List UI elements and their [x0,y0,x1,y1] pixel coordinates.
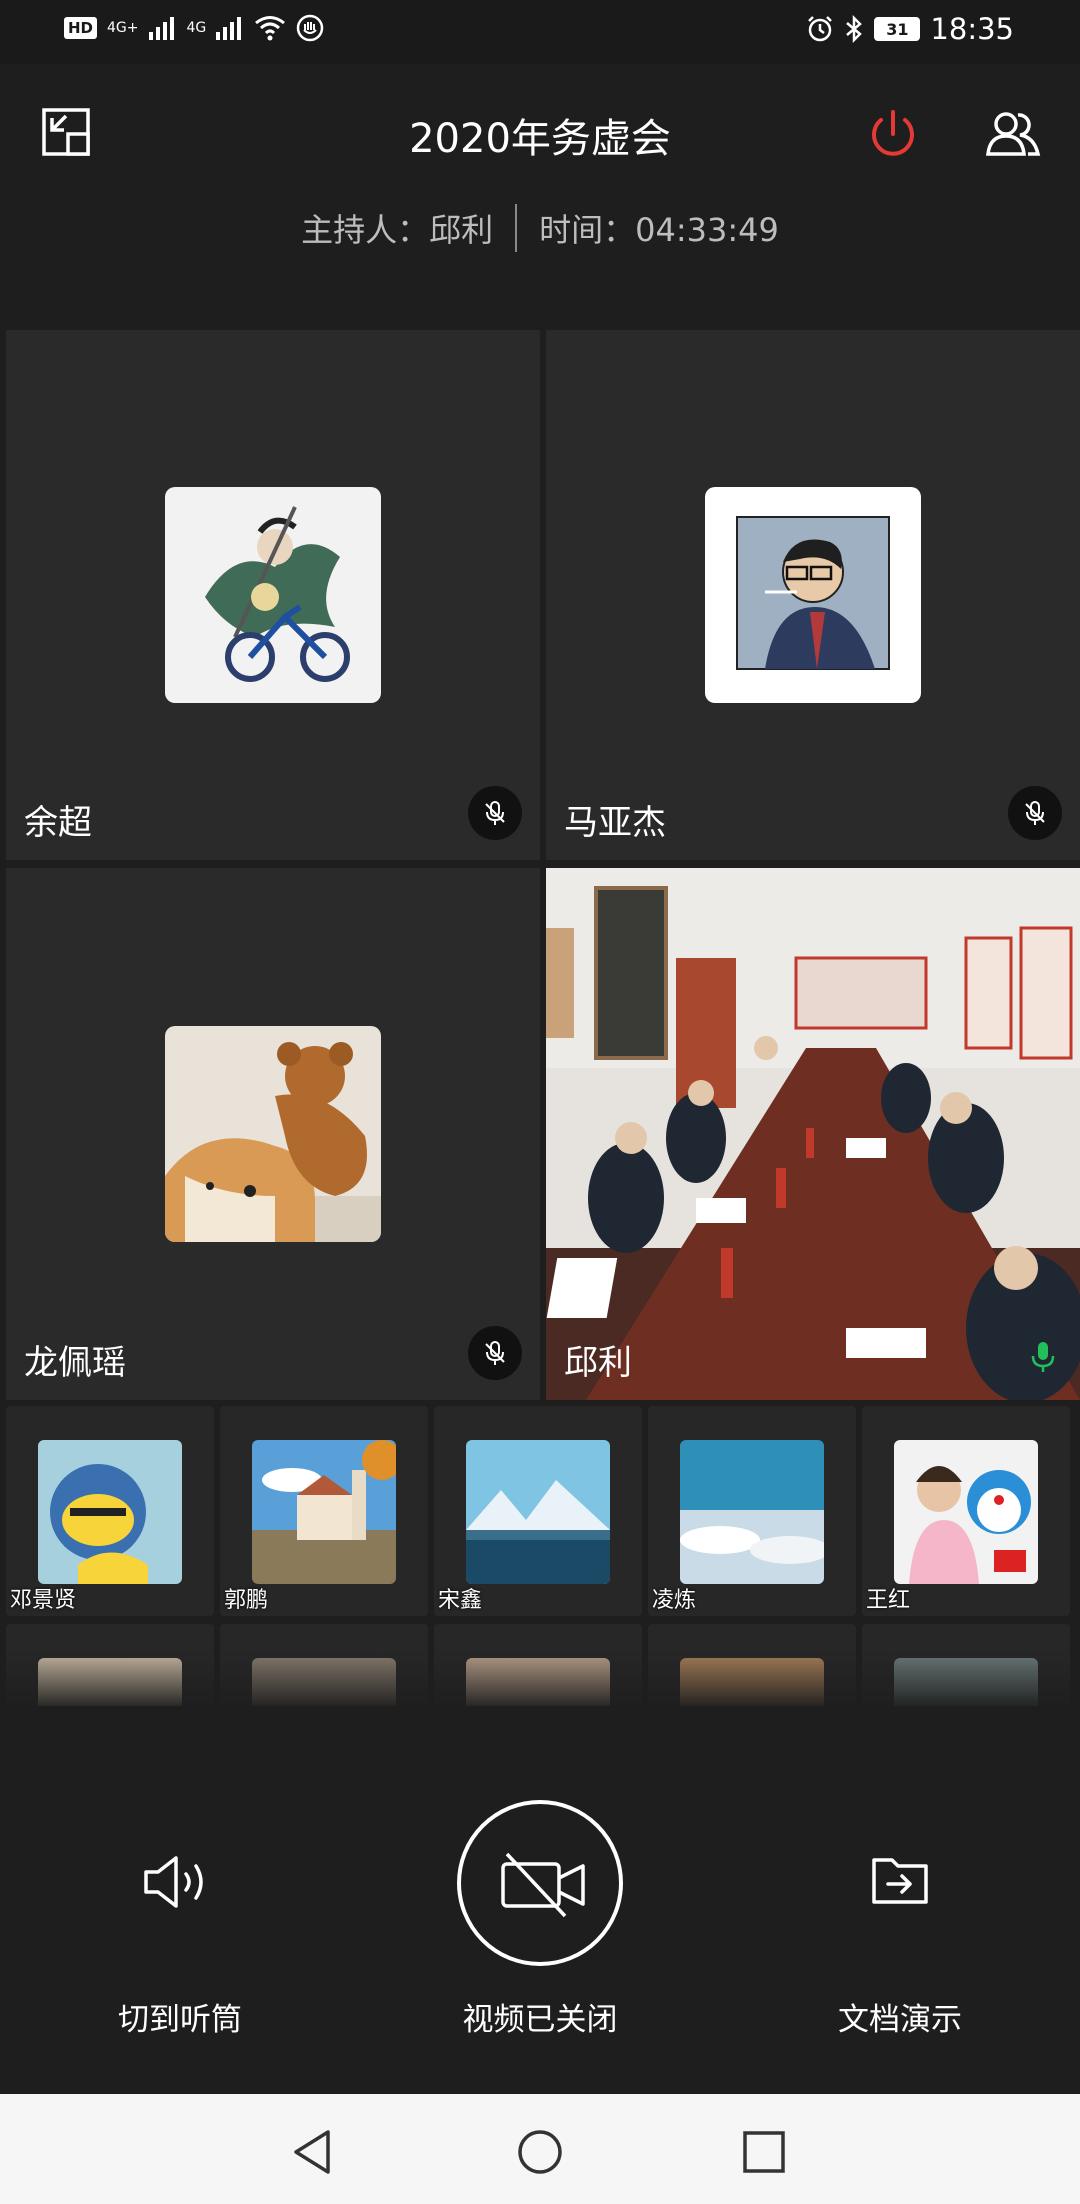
video-status-label: 视频已关闭 [462,2002,618,2038]
avatar [252,1440,396,1584]
switch-earpiece-button[interactable]: 切到听筒 [50,1994,310,2039]
back-nav-icon[interactable] [290,2128,334,2176]
participant-name: 龙佩瑶 [24,1343,126,1383]
participant-name: 余超 [24,803,92,843]
thumbnail-name: 凌炼 [652,1588,697,1613]
participant-tile[interactable]: 龙佩瑶 [6,868,540,1400]
signal-icon [148,17,174,40]
hand-icon [297,14,324,42]
thumbnail-name: 宋鑫 [438,1588,483,1613]
mic-muted-icon [1008,786,1062,840]
thumbnail-tile[interactable]: 凌炼 [648,1406,856,1616]
video-feed-tile[interactable]: 邱利 [546,868,1080,1400]
hd-badge: HD [64,17,98,39]
thumbnail-tile[interactable]: 宋鑫 [434,1406,642,1616]
thumbnail-name: 邓景贤 [10,1588,77,1613]
recents-nav-icon[interactable] [742,2130,786,2174]
participants-icon[interactable] [982,104,1044,166]
participant-tile[interactable]: 马亚杰 [546,330,1080,860]
alarm-icon [808,16,833,42]
mic-muted-icon [468,786,522,840]
battery-indicator: 31 [874,17,921,41]
signal-icon [216,17,242,40]
clock: 18:35 [930,12,1014,46]
wifi-icon [255,16,286,41]
host-label: 主持人：邱利 [301,211,494,249]
sim1-label: 4G+ [107,20,139,36]
document-presentation-button[interactable]: 文档演示 [770,1994,1030,2039]
thumbnail-tile[interactable]: 王红 [862,1406,1070,1616]
thumbnail-name: 郭鹏 [224,1588,269,1613]
power-end-meeting-icon[interactable] [862,104,924,166]
scroll-fade [0,1650,1080,1710]
meeting-timer: 时间：04:33:49 [539,211,779,249]
participant-name: 马亚杰 [564,803,666,843]
video-toggle-button[interactable] [457,1800,623,1966]
mic-active-icon [1031,1342,1055,1372]
avatar [466,1440,610,1584]
meeting-header: 2020年务虚会 主持人：邱利 时间：04:33:49 [0,64,1080,330]
avatar [705,487,921,703]
meeting-room-video [546,868,1080,1400]
participant-name: 邱利 [564,1343,632,1383]
status-bar: HD 4G+ 4G 31 18:35 [0,0,1080,64]
avatar [38,1440,182,1584]
home-nav-icon[interactable] [516,2128,564,2176]
avatar [165,487,381,703]
sim2-label: 4G [186,20,207,36]
avatar [680,1440,824,1584]
system-nav-bar [0,2094,1080,2204]
thumbnail-tile[interactable]: 邓景贤 [6,1406,214,1616]
thumbnail-name: 王红 [866,1588,911,1613]
video-off-icon [501,1852,585,1918]
participant-tile[interactable]: 余超 [6,330,540,860]
avatar [165,1026,381,1242]
bluetooth-icon [846,15,863,43]
thumbnail-tile[interactable]: 郭鹏 [220,1406,428,1616]
document-share-icon[interactable] [870,1852,930,1908]
avatar [894,1440,1038,1584]
divider [515,204,518,252]
mic-muted-icon [468,1326,522,1380]
speaker-icon[interactable] [142,1852,216,1912]
